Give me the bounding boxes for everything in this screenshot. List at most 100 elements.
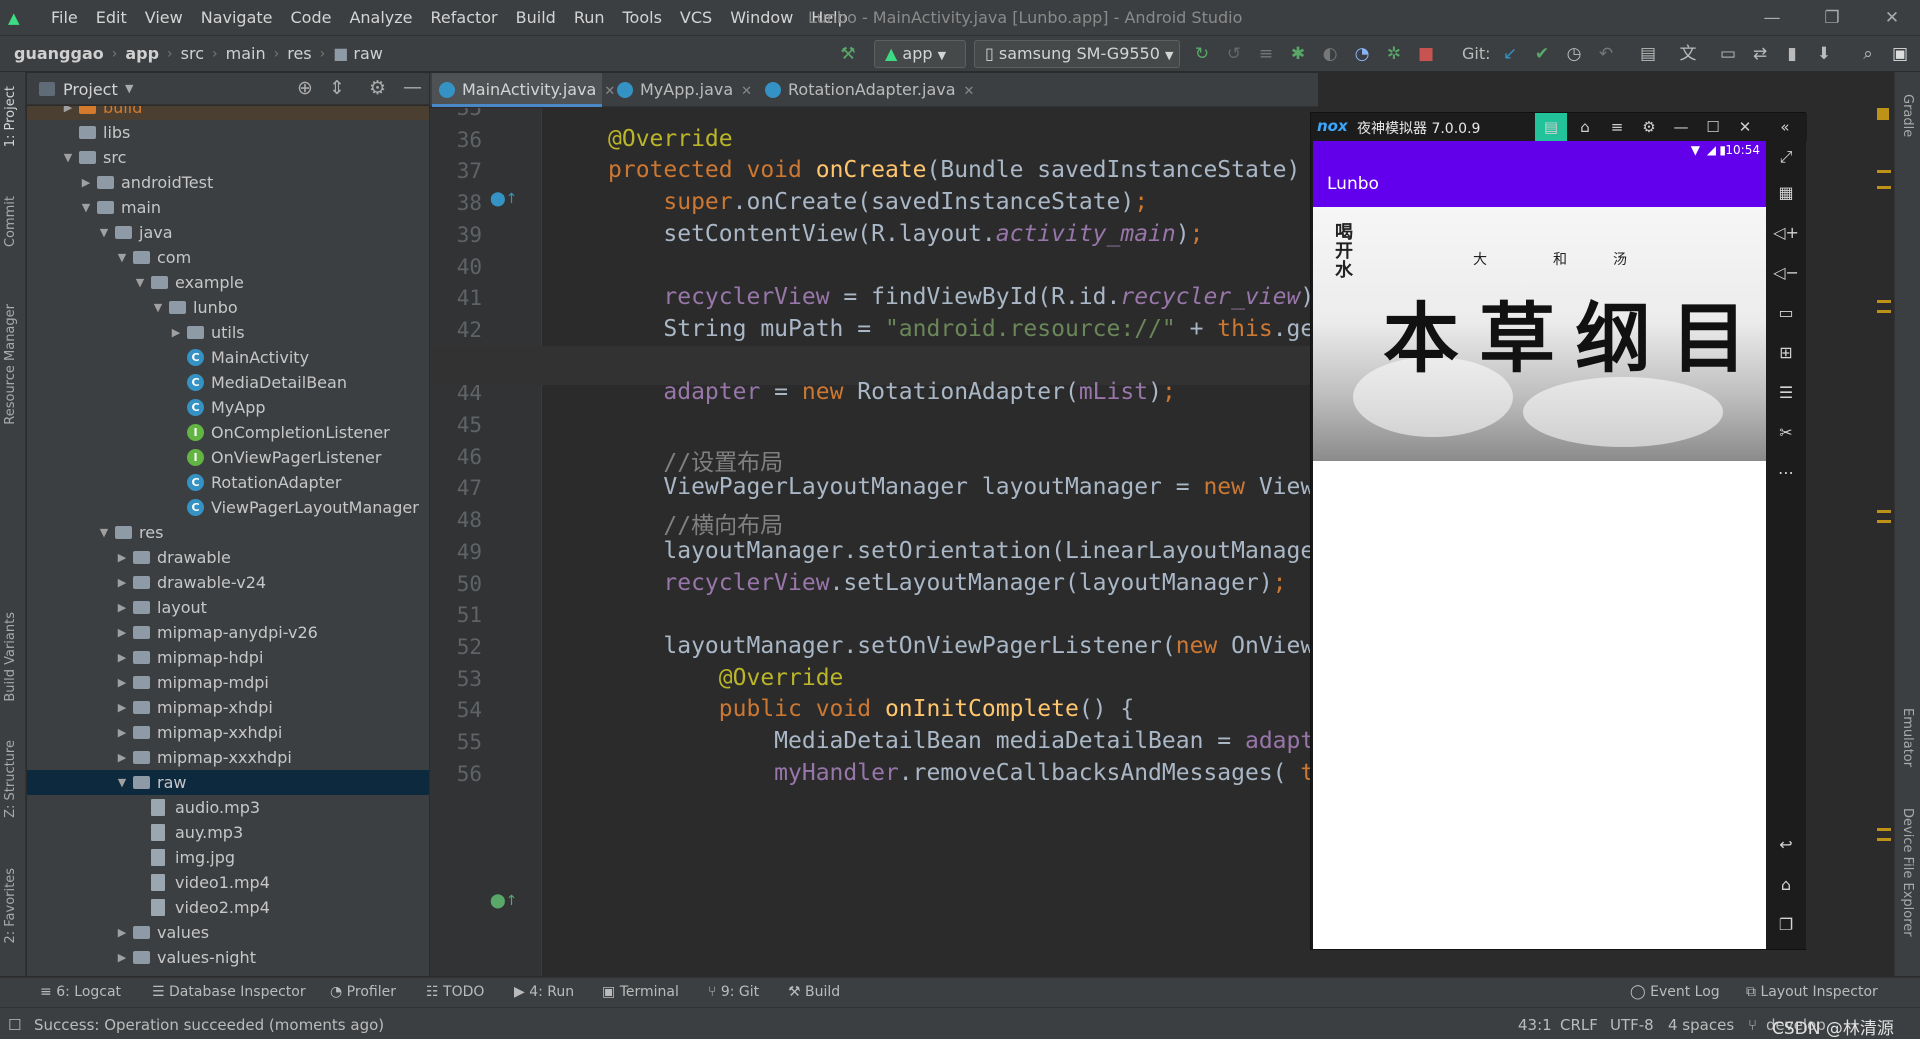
caret-position[interactable]: 43:1 xyxy=(1518,1016,1552,1034)
tree-item[interactable]: ▶ utils xyxy=(27,320,429,345)
chevron-right-icon[interactable]: ▶ xyxy=(115,745,129,770)
chevron-right-icon[interactable]: ▶ xyxy=(115,920,129,945)
tree-item[interactable]: ▶ androidTest xyxy=(27,170,429,195)
code-line[interactable]: super.onCreate(savedInstanceState); xyxy=(608,189,1148,215)
override-marker-icon[interactable]: ⬤↑ xyxy=(490,191,517,207)
search-icon[interactable]: ⌕ xyxy=(1856,42,1880,66)
home-nav-icon[interactable]: ⌂ xyxy=(1766,871,1806,899)
code-line[interactable]: recyclerView.setLayoutManager(layoutMana… xyxy=(608,570,1286,596)
profile-icon[interactable]: ◔ xyxy=(1350,42,1374,66)
code-line[interactable]: layoutManager.setOnViewPagerListener(new… xyxy=(608,633,1318,659)
chevron-right-icon[interactable]: ▶ xyxy=(169,320,183,345)
tree-item[interactable]: C MyApp xyxy=(27,395,429,420)
tool-tab-commit[interactable]: Commit xyxy=(3,196,18,247)
volume-down-icon[interactable]: ◁− xyxy=(1766,259,1806,287)
code-line[interactable]: recyclerView = findViewById(R.id.recycle… xyxy=(608,284,1318,310)
project-panel-title[interactable]: Project xyxy=(63,80,118,99)
chevron-down-icon[interactable]: ▼ xyxy=(115,245,129,270)
tree-item[interactable]: ▼ main xyxy=(27,195,429,220)
code-line[interactable]: layoutManager.setOrientation(LinearLayou… xyxy=(608,538,1318,564)
tree-item[interactable]: ▶ mipmap-mdpi xyxy=(27,670,429,695)
line-ending[interactable]: CRLF xyxy=(1560,1016,1598,1034)
restore-window-button[interactable]: ❐ xyxy=(1804,0,1860,36)
git-history-icon[interactable]: ◷ xyxy=(1562,42,1586,66)
menu-analyze[interactable]: Analyze xyxy=(349,8,412,27)
warning-indicator[interactable] xyxy=(1877,108,1889,120)
tree-item[interactable]: ▶ build xyxy=(27,106,429,120)
tree-item[interactable]: ▶ mipmap-hdpi xyxy=(27,645,429,670)
tree-item[interactable]: ▶ layout xyxy=(27,595,429,620)
chevron-down-icon[interactable]: ▼ xyxy=(125,82,133,95)
scroll-marker[interactable] xyxy=(1877,300,1891,303)
tree-item[interactable]: ▶ mipmap-xxxhdpi xyxy=(27,745,429,770)
code-line[interactable]: ViewPagerLayoutManager layoutManager = n… xyxy=(608,474,1318,500)
tree-item[interactable]: ▼ com xyxy=(27,245,429,270)
stop-icon[interactable]: ■ xyxy=(1414,42,1438,66)
collapse-all-icon[interactable]: ⇕ xyxy=(329,77,345,99)
chevron-down-icon[interactable]: ▼ xyxy=(115,770,129,795)
tool-tab-emulator[interactable]: Emulator xyxy=(1900,708,1915,767)
gear-icon[interactable]: ⚙ xyxy=(369,77,386,99)
attach-debugger-icon[interactable]: ✲ xyxy=(1382,42,1406,66)
device-select[interactable]: ▯ samsung SM-G9550 ▼ xyxy=(974,40,1180,68)
menu-build[interactable]: Build xyxy=(516,8,556,27)
tool-database-inspector[interactable]: ☰ Database Inspector xyxy=(152,984,306,1000)
run-config-select[interactable]: ▲ app ▼ xyxy=(874,40,966,68)
chevron-down-icon[interactable]: ▼ xyxy=(151,295,165,320)
code-line[interactable]: protected void onCreate(Bundle savedInst… xyxy=(608,157,1318,183)
chevron-right-icon[interactable]: ▶ xyxy=(115,945,129,970)
code-line[interactable]: MediaDetailBean mediaDetailBean = adapte… xyxy=(608,728,1318,754)
tree-item[interactable]: ▼ lunbo xyxy=(27,295,429,320)
apply-changes-icon[interactable]: ↻ xyxy=(1190,42,1214,66)
tree-item[interactable]: ▼ res xyxy=(27,520,429,545)
chevron-right-icon[interactable]: ▶ xyxy=(115,720,129,745)
code-line[interactable]: //设置布局 xyxy=(608,443,783,477)
chevron-down-icon[interactable]: ▼ xyxy=(61,145,75,170)
tree-item[interactable]: C ViewPagerLayoutManager xyxy=(27,495,429,520)
collapse-sidebar-icon[interactable]: « xyxy=(1769,113,1801,141)
tree-item[interactable]: C MediaDetailBean xyxy=(27,370,429,395)
tool-profiler[interactable]: ◔ Profiler xyxy=(330,984,396,1000)
scroll-marker[interactable] xyxy=(1877,310,1891,313)
scroll-marker[interactable] xyxy=(1877,838,1891,841)
chevron-right-icon[interactable]: ▶ xyxy=(61,106,75,120)
menu-vcs[interactable]: VCS xyxy=(680,8,712,27)
hamburger-menu-icon[interactable]: ≡ xyxy=(1601,113,1633,141)
breadcrumb-project[interactable]: guanggao xyxy=(14,44,104,63)
fullscreen-icon[interactable]: ⤢ xyxy=(1766,143,1806,171)
chevron-down-icon[interactable]: ▼ xyxy=(133,270,147,295)
project-structure-icon[interactable]: ▤ xyxy=(1636,42,1660,66)
tree-item[interactable]: ▼ example xyxy=(27,270,429,295)
recent-apps-icon[interactable]: ❐ xyxy=(1766,911,1806,939)
tree-item[interactable]: video2.mp4 xyxy=(27,895,429,920)
tool-terminal[interactable]: ▣ Terminal xyxy=(602,984,679,1000)
code-line[interactable]: @Override xyxy=(608,126,733,152)
tree-item[interactable]: ▶ values-night xyxy=(27,945,429,970)
tool-logcat[interactable]: ≡ 6: Logcat xyxy=(40,984,121,1000)
back-icon[interactable]: ↩ xyxy=(1766,831,1806,859)
debug-icon[interactable]: ✱ xyxy=(1286,42,1310,66)
more-icon[interactable]: ⋯ xyxy=(1766,459,1806,487)
tree-item[interactable]: libs xyxy=(27,120,429,145)
code-line[interactable]: @Override xyxy=(608,665,844,691)
menu-code[interactable]: Code xyxy=(291,8,332,27)
breadcrumb-raw[interactable]: raw xyxy=(353,44,382,63)
tool-tab-build-variants[interactable]: Build Variants xyxy=(3,612,18,702)
tree-item[interactable]: audio.mp3 xyxy=(27,795,429,820)
git-commit-icon[interactable]: ✔ xyxy=(1530,42,1554,66)
chevron-right-icon[interactable]: ▶ xyxy=(115,620,129,645)
minimize-icon[interactable]: — xyxy=(1665,113,1697,141)
tree-item[interactable]: I OnCompletionListener xyxy=(27,420,429,445)
code-line[interactable]: public void onInitComplete() { xyxy=(608,696,1134,722)
apply-code-icon[interactable]: ↺ xyxy=(1222,42,1246,66)
scroll-marker[interactable] xyxy=(1877,170,1891,173)
tree-item[interactable]: ▼ java xyxy=(27,220,429,245)
tool-run[interactable]: ▶ 4: Run xyxy=(514,984,574,1000)
settings-icon[interactable]: ⚙ xyxy=(1633,113,1665,141)
code-line[interactable]: //横向布局 xyxy=(608,506,783,540)
chevron-down-icon[interactable]: ▼ xyxy=(79,195,93,220)
close-icon[interactable]: ✕ xyxy=(741,84,752,99)
tree-item[interactable]: video1.mp4 xyxy=(27,870,429,895)
phone-screen[interactable]: ▼ ◢ ▮ 10:54 Lunbo 喝开水 大 和 汤 本草纲目 xyxy=(1313,141,1766,949)
menu-navigate[interactable]: Navigate xyxy=(201,8,273,27)
